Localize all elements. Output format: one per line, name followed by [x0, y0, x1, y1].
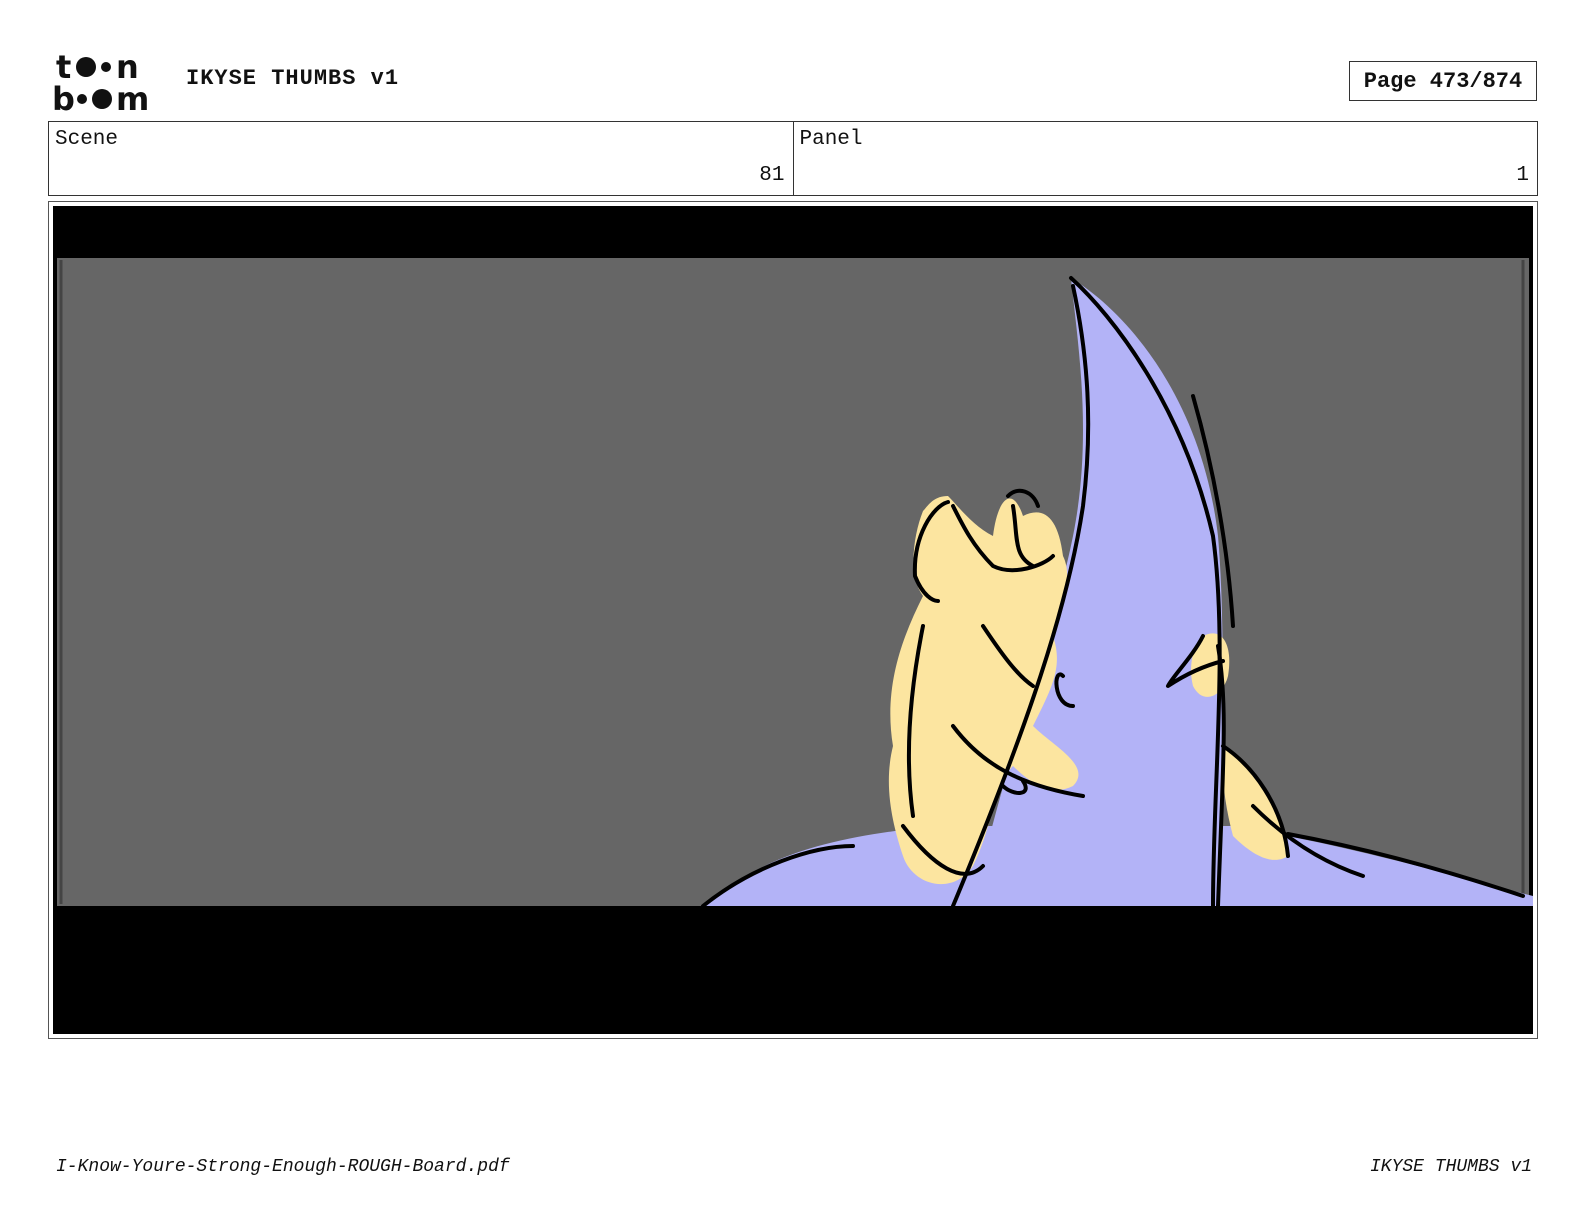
- scene-cell: Scene 81: [49, 122, 793, 195]
- panel-cell: Panel 1: [792, 122, 1538, 195]
- footer-filename: I-Know-Youre-Strong-Enough-ROUGH-Board.p…: [56, 1157, 510, 1177]
- project-title: IKYSE THUMBS v1: [186, 66, 400, 91]
- toonboom-logo: t n b m: [52, 50, 149, 114]
- svg-text:m: m: [116, 80, 149, 114]
- panel-number: 1: [1516, 164, 1529, 187]
- panel-label: Panel: [799, 128, 863, 151]
- storyboard-panel: [48, 201, 1538, 1039]
- scene-number: 81: [759, 164, 785, 187]
- scene-panel-info: Scene 81 Panel 1: [48, 121, 1538, 196]
- scene-background: [57, 258, 1529, 906]
- scene-label: Scene: [55, 128, 119, 151]
- panel-drawing: [53, 206, 1533, 1034]
- page-number: Page 473/874: [1349, 61, 1537, 101]
- footer-title: IKYSE THUMBS v1: [1369, 1157, 1532, 1177]
- svg-text:b: b: [52, 80, 75, 114]
